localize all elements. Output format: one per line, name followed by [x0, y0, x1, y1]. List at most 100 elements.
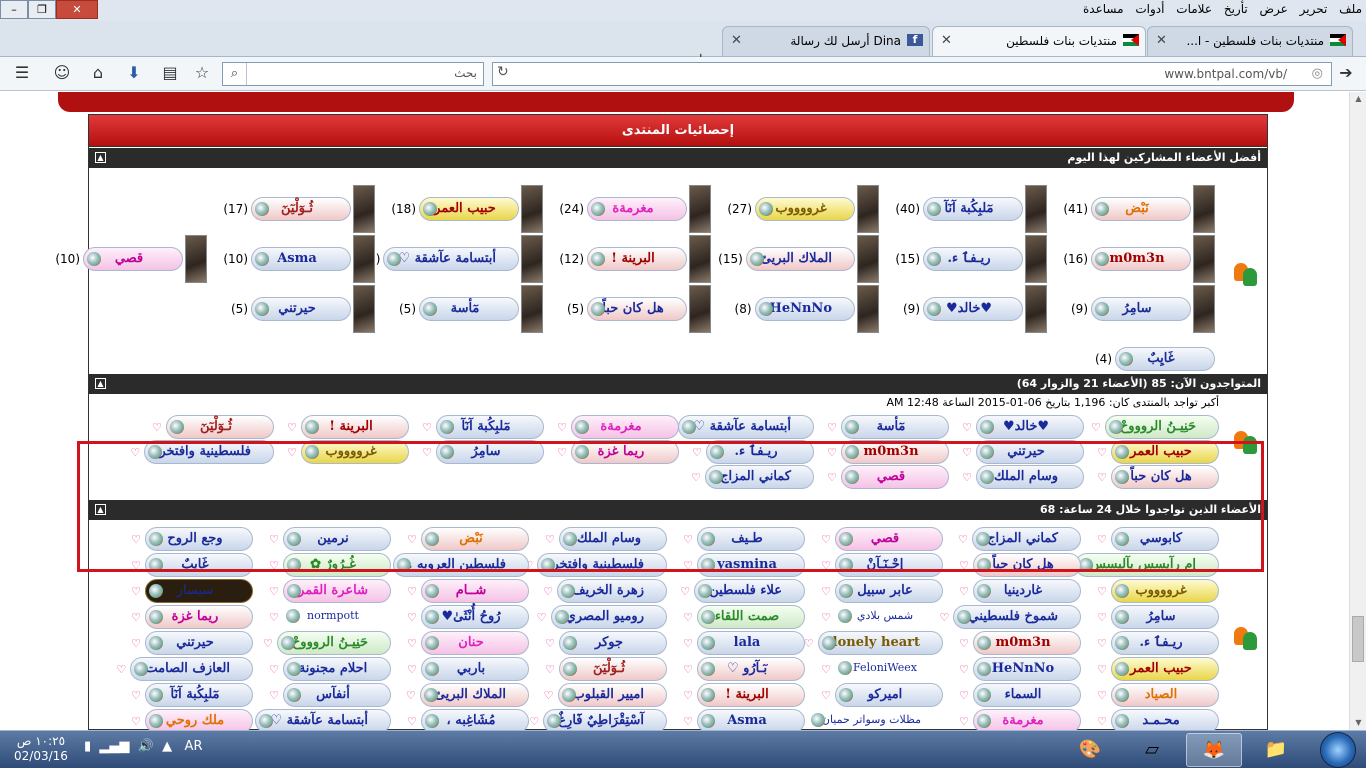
member-name-link[interactable]: أبتسامة عآشقة ♡ — [255, 709, 391, 730]
restore-window-button[interactable]: ❐ — [28, 0, 56, 19]
member-name-link[interactable]: سيسار — [145, 579, 253, 603]
member-name-link[interactable]: شــام — [421, 579, 529, 603]
member-name-link[interactable]: زهرة الخريف — [557, 579, 667, 603]
menu-bookmarks[interactable]: علامات — [1172, 0, 1216, 18]
member-name-link[interactable]: غَايِبٌ — [1115, 347, 1215, 371]
close-window-button[interactable]: ✕ — [56, 0, 98, 19]
avatar[interactable] — [353, 235, 375, 283]
member-name-link[interactable]: اميركو — [835, 683, 943, 707]
member-name-link[interactable]: ثُـوٓلْيٓنٓ — [251, 197, 351, 221]
close-tab-icon[interactable]: ✕ — [1156, 27, 1167, 55]
member-name-link[interactable]: حَنِيـنُ الروووحْ — [1104, 415, 1219, 439]
member-name-link[interactable]: مٓأسة — [419, 297, 519, 321]
search-icon[interactable]: ⌕ — [223, 63, 247, 85]
member-name-link[interactable]: الصياد — [1111, 683, 1219, 707]
member-name-link[interactable]: السماء — [973, 683, 1081, 707]
member-name-link[interactable]: ريـفٱ ء. — [1111, 631, 1219, 655]
menu-edit[interactable]: تحرير — [1296, 0, 1332, 18]
minimize-window-button[interactable]: – — [0, 0, 28, 19]
member-name-link[interactable]: ♥خالد♥ — [923, 297, 1023, 321]
url-bar[interactable]: ↻ www.bntpal.com/vb/ ◎ — [492, 62, 1332, 86]
member-name-link[interactable]: جوكر — [559, 631, 667, 655]
member-name-link[interactable]: باربي — [421, 657, 529, 681]
member-name-link[interactable]: أنفآس — [283, 683, 391, 707]
avatar[interactable] — [1025, 285, 1047, 333]
scroll-up-arrow-icon[interactable]: ▲ — [1350, 94, 1366, 103]
avatar[interactable] — [857, 235, 879, 283]
avatar[interactable] — [1193, 285, 1215, 333]
member-name-link[interactable]: البرينة ! — [301, 415, 409, 439]
menu-hamburger-icon[interactable]: ☰ — [10, 61, 34, 85]
start-button[interactable] — [1320, 732, 1356, 768]
member-name-link[interactable]: الملاك البريئ — [745, 247, 855, 271]
member-name-link[interactable]: أبتسامة عآشقة ♡ — [383, 247, 519, 271]
member-name-link[interactable]: قصي — [83, 247, 183, 271]
member-name-link[interactable]: حنان — [421, 631, 529, 655]
member-name-link[interactable]: بٓـآرُو ♡ — [697, 657, 805, 681]
member-name-link[interactable]: HeNnNo — [754, 297, 855, 321]
member-name-link[interactable]: حبيب العمر — [419, 197, 519, 221]
scrollbar-thumb[interactable] — [1352, 616, 1364, 662]
member-name-link[interactable]: مٓلبِكُبة آنٓآ — [923, 197, 1023, 221]
member-name-link[interactable]: normpott — [283, 605, 391, 629]
firefox-icon[interactable]: 🦊 — [1186, 733, 1242, 767]
site-identity-icon[interactable]: ◎ — [1312, 66, 1323, 81]
member-name-link[interactable]: محـمـد — [1111, 709, 1219, 730]
close-tab-icon[interactable]: ✕ — [731, 27, 742, 55]
close-tab-icon[interactable]: ✕ — [941, 27, 952, 55]
member-name-link[interactable]: الملاك البريئ — [419, 683, 529, 707]
collapse-toggle-icon[interactable]: ▲ — [95, 152, 106, 163]
avatar[interactable] — [1025, 235, 1047, 283]
member-name-link[interactable]: مٓأسة — [841, 415, 949, 439]
member-name-link[interactable]: رُوحُ أُنْثَىٰ♥ — [421, 605, 529, 629]
avatar[interactable] — [521, 185, 543, 233]
member-name-link[interactable]: نَبْض — [1091, 197, 1191, 221]
paint-icon[interactable]: 🎨 — [1062, 733, 1118, 767]
member-name-link[interactable]: m0m3n — [1091, 247, 1191, 271]
reload-icon[interactable]: ↻ — [497, 64, 509, 80]
menu-tools[interactable]: أدوات — [1131, 0, 1168, 18]
avatar[interactable] — [353, 185, 375, 233]
member-name-link[interactable]: البرينة ! — [697, 683, 805, 707]
volume-icon[interactable]: 🔊 — [138, 739, 154, 754]
member-name-link[interactable]: احلام مجنونة — [283, 657, 391, 681]
collapse-toggle-icon[interactable]: ▲ — [95, 378, 106, 389]
member-name-link[interactable]: هل كان حباً — [587, 297, 687, 321]
member-name-link[interactable]: مغرمةة — [587, 197, 687, 221]
member-name-link[interactable]: Asma — [697, 709, 805, 730]
avatar[interactable] — [689, 185, 711, 233]
app-window-icon[interactable]: ▱ — [1124, 733, 1180, 767]
member-name-link[interactable]: أبتسامة عآشقة ♡ — [678, 415, 814, 439]
member-name-link[interactable]: العازف الصامت — [130, 657, 253, 681]
member-name-link[interactable]: ثُـوٓلْيٓنٓ — [166, 415, 274, 439]
avatar[interactable] — [689, 235, 711, 283]
avatar[interactable] — [1025, 185, 1047, 233]
member-name-link[interactable]: ملك روحي — [145, 709, 253, 730]
member-name-link[interactable]: lala — [697, 631, 805, 655]
member-name-link[interactable]: سامِرُ — [1111, 605, 1219, 629]
member-name-link[interactable]: آسْتِقْرَاطِيٌ فَٓارِغٌ — [543, 709, 667, 730]
member-name-link[interactable]: حَنِيـنُ الروووحْ — [276, 631, 391, 655]
avatar[interactable] — [521, 235, 543, 283]
home-icon[interactable]: ⌂ — [86, 61, 110, 85]
member-name-link[interactable]: مٓلبِكُبة آنٓآ — [145, 683, 253, 707]
member-name-link[interactable]: غاردينيا — [973, 579, 1081, 603]
download-icon[interactable]: ⬇ — [122, 61, 146, 85]
menu-help[interactable]: مساعدة — [1079, 0, 1128, 18]
member-name-link[interactable]: ♥خالد♥ — [976, 415, 1084, 439]
avatar[interactable] — [857, 285, 879, 333]
member-name-link[interactable]: حبيب العمر — [1111, 657, 1219, 681]
avatar[interactable] — [1193, 185, 1215, 233]
tab-forum-active[interactable]: منتديات بنات فلسطين ✕ — [932, 26, 1146, 56]
tab-forum-1[interactable]: منتديات بنات فلسطين - ا... ✕ — [1147, 26, 1353, 56]
member-name-link[interactable]: غرووووب — [755, 197, 855, 221]
clock[interactable]: ١٠:٢٥ ص 02/03/16 — [14, 734, 68, 764]
avatar[interactable] — [353, 285, 375, 333]
member-name-link[interactable]: البرينة ! — [587, 247, 687, 271]
vertical-scrollbar[interactable]: ▲ ▼ — [1349, 92, 1366, 730]
member-name-link[interactable]: صمت اللقاء — [697, 605, 805, 629]
member-name-link[interactable]: ثُـوٓلْيٓنٓ — [559, 657, 667, 681]
avatar[interactable] — [689, 285, 711, 333]
bookmark-star-icon[interactable]: ☆ — [190, 61, 214, 85]
member-name-link[interactable]: سامِرُ — [1091, 297, 1191, 321]
